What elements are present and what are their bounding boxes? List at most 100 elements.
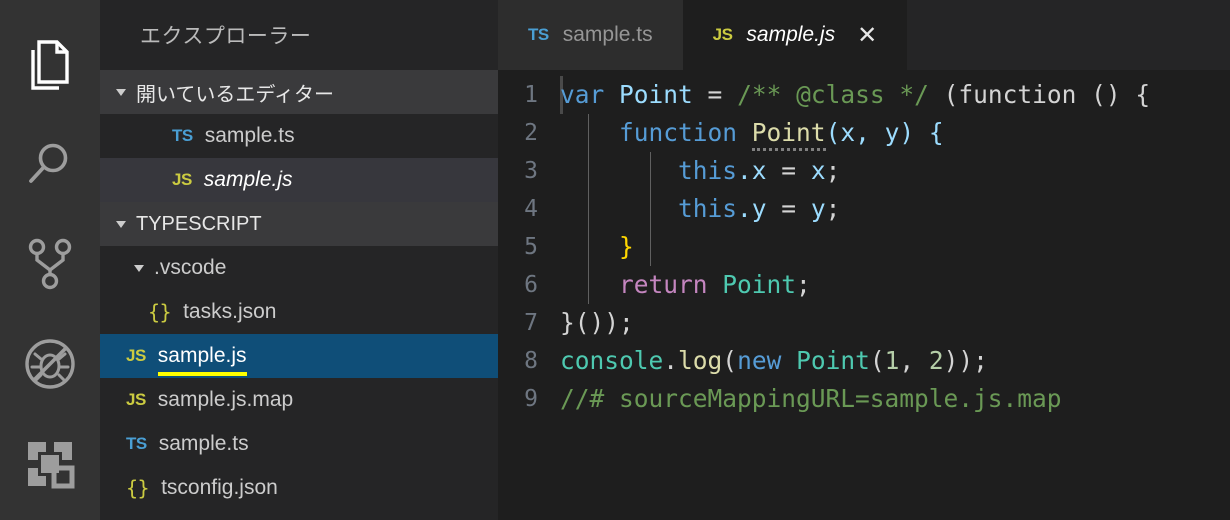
vscode-window: エクスプローラー 開いているエディター TS sample.ts JS samp… bbox=[0, 0, 1230, 520]
extensions-icon bbox=[25, 439, 75, 489]
code-line-content: console.log(new Point(1, 2)); bbox=[560, 342, 988, 380]
token-number: 2 bbox=[928, 346, 944, 375]
tree-item-label: sample.ts bbox=[158, 432, 249, 455]
js-file-icon: JS bbox=[712, 25, 733, 44]
token-rest: (function () { bbox=[928, 80, 1151, 109]
line-number: 4 bbox=[524, 196, 538, 222]
token-operator: = bbox=[692, 80, 738, 109]
tree-item-sample-js[interactable]: JS sample.js bbox=[100, 334, 498, 378]
code-line: 2 function Point(x, y) { bbox=[498, 114, 1230, 152]
section-header-label: 開いているエディター bbox=[136, 83, 334, 106]
close-icon[interactable]: ✕ bbox=[857, 23, 877, 47]
token-keyword-new: new bbox=[737, 346, 782, 375]
tab-sample-ts[interactable]: TS sample.ts bbox=[498, 0, 683, 70]
open-editor-label: sample.js bbox=[203, 168, 293, 191]
token-paren: ( bbox=[869, 346, 885, 375]
editor-tab-bar: TS sample.ts JS sample.js ✕ bbox=[498, 0, 1230, 70]
section-header-label: TYPESCRIPT bbox=[136, 212, 262, 235]
code-line: 1 var Point = /** @class */ (function ()… bbox=[498, 76, 1230, 114]
token-semicolon: ; bbox=[825, 156, 841, 185]
line-number: 7 bbox=[524, 310, 538, 336]
token-comma: , bbox=[899, 346, 929, 375]
token-identifier: Point bbox=[619, 80, 693, 109]
code-line-content: var Point = /** @class */ (function () { bbox=[560, 76, 1150, 114]
tree-item-label: tsconfig.json bbox=[161, 476, 278, 499]
token-paren: ( bbox=[722, 346, 738, 375]
open-editor-label: sample.ts bbox=[204, 124, 295, 147]
line-number: 3 bbox=[524, 158, 538, 184]
section-header-typescript[interactable]: TYPESCRIPT bbox=[100, 202, 498, 246]
json-file-icon: {} bbox=[126, 476, 150, 500]
sidebar-title: エクスプローラー bbox=[100, 0, 498, 70]
activity-item-search[interactable] bbox=[0, 114, 100, 214]
ts-file-icon: TS bbox=[126, 434, 147, 453]
code-line: 7 }()); bbox=[498, 304, 1230, 342]
files-icon bbox=[27, 38, 73, 90]
tree-item-sample-ts[interactable]: TS sample.ts bbox=[100, 422, 498, 466]
token-type: Point bbox=[707, 270, 797, 299]
code-line: 6 return Point; bbox=[498, 266, 1230, 304]
code-line-content: this.x = x; bbox=[560, 152, 840, 190]
code-line: 9 //# sourceMappingURL=sample.js.map bbox=[498, 380, 1230, 418]
ts-file-icon: TS bbox=[528, 25, 549, 44]
tree-item-folder-vscode[interactable]: .vscode bbox=[100, 246, 498, 290]
code-line-content: function Point(x, y) { bbox=[560, 114, 944, 152]
token-this: this bbox=[678, 194, 738, 223]
editor-region: TS sample.ts JS sample.js ✕ 1 var Point … bbox=[498, 0, 1230, 520]
code-line: 3 this.x = x; bbox=[498, 152, 1230, 190]
activity-bar bbox=[0, 0, 100, 520]
token-semicolon: ; bbox=[825, 194, 841, 223]
open-editor-sample-ts[interactable]: TS sample.ts bbox=[100, 114, 498, 158]
js-file-icon: JS bbox=[126, 390, 146, 409]
activity-item-debug[interactable] bbox=[0, 314, 100, 414]
token-operator: = bbox=[766, 156, 811, 185]
token-paren: )); bbox=[943, 346, 988, 375]
token-property: .y bbox=[737, 194, 767, 223]
code-editor[interactable]: 1 var Point = /** @class */ (function ()… bbox=[498, 70, 1230, 520]
open-editor-sample-js[interactable]: JS sample.js bbox=[100, 158, 498, 202]
code-line: 8 console.log(new Point(1, 2)); bbox=[498, 342, 1230, 380]
token-semicolon: ; bbox=[796, 270, 811, 299]
tree-item-sample-js-map[interactable]: JS sample.js.map bbox=[100, 378, 498, 422]
tab-label: sample.js bbox=[746, 23, 836, 46]
js-file-icon: JS bbox=[172, 170, 192, 189]
token-this: this bbox=[678, 156, 738, 185]
tree-item-label: tasks.json bbox=[183, 300, 277, 323]
token-type: Point bbox=[781, 346, 870, 375]
code-line-content: this.y = y; bbox=[560, 190, 840, 228]
tree-item-tasks-json[interactable]: {} tasks.json bbox=[100, 290, 498, 334]
code-line: 5 } bbox=[498, 228, 1230, 266]
token-operator: = bbox=[766, 194, 811, 223]
explorer-sidebar: エクスプローラー 開いているエディター TS sample.ts JS samp… bbox=[100, 0, 498, 520]
tree-item-tsconfig-json[interactable]: {} tsconfig.json bbox=[100, 466, 498, 510]
activity-item-source-control[interactable] bbox=[0, 214, 100, 314]
token-method: log bbox=[678, 346, 723, 375]
code-line: 4 this.y = y; bbox=[498, 190, 1230, 228]
tab-sample-js[interactable]: JS sample.js ✕ bbox=[682, 0, 908, 70]
tree-item-label: sample.js.map bbox=[157, 388, 294, 411]
line-number: 1 bbox=[524, 82, 538, 108]
activity-item-extensions[interactable] bbox=[0, 414, 100, 514]
token-number: 1 bbox=[884, 346, 900, 375]
activity-item-explorer[interactable] bbox=[0, 14, 100, 114]
tree-item-label: .vscode bbox=[154, 256, 227, 279]
token-comment: /** @class */ bbox=[737, 80, 929, 109]
line-number: 9 bbox=[524, 386, 538, 412]
line-number: 5 bbox=[524, 234, 538, 260]
source-control-icon bbox=[25, 238, 75, 290]
tree-item-label: sample.js bbox=[157, 344, 247, 376]
token-keyword: function bbox=[619, 118, 738, 147]
tab-label: sample.ts bbox=[562, 23, 653, 46]
debug-disabled-icon bbox=[23, 337, 77, 391]
code-line-content: }()); bbox=[560, 308, 634, 337]
line-number: 8 bbox=[524, 348, 538, 374]
section-header-open-editors[interactable]: 開いているエディター bbox=[100, 70, 498, 114]
js-file-icon: JS bbox=[126, 346, 146, 365]
code-line-content: } bbox=[560, 228, 634, 266]
